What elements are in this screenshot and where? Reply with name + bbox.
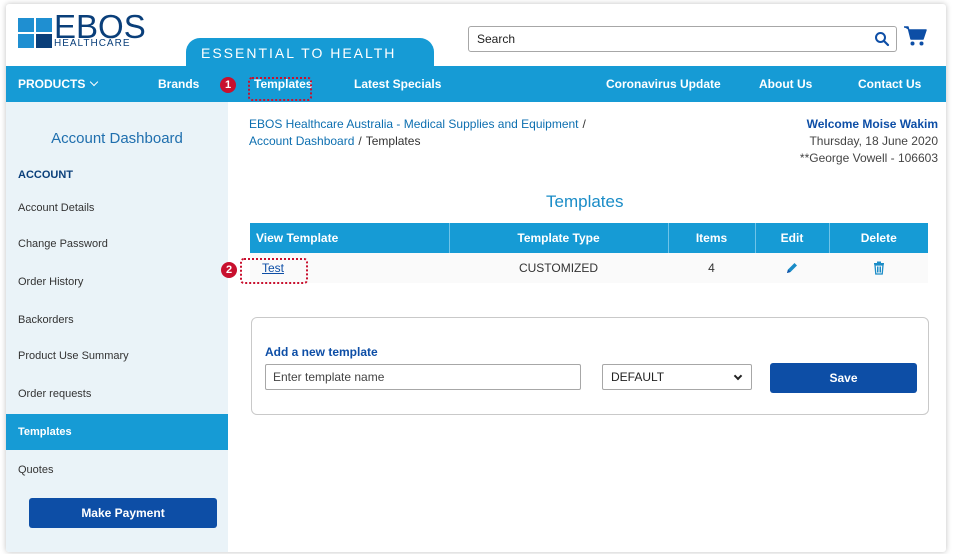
callout-badge-1: 1 <box>220 77 236 93</box>
nav-about-us[interactable]: About Us <box>759 66 812 102</box>
nav-contact-us[interactable]: Contact Us <box>858 66 921 102</box>
save-button[interactable]: Save <box>770 363 917 393</box>
breadcrumb-separator: / <box>358 134 362 148</box>
main-nav: PRODUCTS Brands Templates Latest Special… <box>6 66 946 102</box>
sidebar-item-order-history[interactable]: Order History <box>6 264 228 300</box>
nav-products[interactable]: PRODUCTS <box>18 66 99 102</box>
ebos-logo-icon[interactable] <box>18 18 52 48</box>
cart-icon[interactable] <box>903 25 927 47</box>
template-name-input[interactable] <box>265 364 581 390</box>
sidebar-item-quotes[interactable]: Quotes <box>6 452 228 488</box>
template-type-value: DEFAULT <box>611 370 665 384</box>
pencil-icon[interactable] <box>785 261 799 275</box>
breadcrumb-current: Templates <box>365 134 421 148</box>
template-items-cell: 4 <box>668 253 755 283</box>
account-sidebar: Account Dashboard ACCOUNT Account Detail… <box>6 102 228 552</box>
sidebar-item-product-use-summary[interactable]: Product Use Summary <box>6 338 228 374</box>
tagline: ESSENTIAL TO HEALTH <box>201 45 397 61</box>
search-icon[interactable] <box>874 31 890 47</box>
column-header-edit: Edit <box>755 223 830 253</box>
browser-page: EBOS HEALTHCARE ESSENTIAL TO HEALTH PROD… <box>6 4 946 552</box>
column-header-delete: Delete <box>829 223 928 253</box>
sidebar-item-backorders[interactable]: Backorders <box>6 302 228 338</box>
logo-subtitle: HEALTHCARE <box>54 38 131 49</box>
sidebar-item-order-requests[interactable]: Order requests <box>6 376 228 412</box>
welcome-account: **George Vowell - 106603 <box>799 151 938 165</box>
breadcrumb-separator: / <box>582 117 586 131</box>
chevron-down-icon <box>733 371 743 381</box>
nav-brands[interactable]: Brands <box>158 66 199 102</box>
nav-latest-specials[interactable]: Latest Specials <box>354 66 441 102</box>
column-header-template-type: Template Type <box>449 223 669 253</box>
chevron-down-icon <box>90 77 99 87</box>
make-payment-button[interactable]: Make Payment <box>29 498 217 528</box>
breadcrumb: EBOS Healthcare Australia - Medical Supp… <box>249 116 590 150</box>
template-type-select[interactable]: DEFAULT <box>602 364 752 390</box>
column-header-items: Items <box>668 223 756 253</box>
nav-products-label: PRODUCTS <box>18 77 86 91</box>
sidebar-item-templates[interactable]: Templates <box>6 414 228 450</box>
search-box[interactable] <box>468 26 897 52</box>
templates-table: View Template Template Type Items Edit D… <box>250 223 928 283</box>
welcome-panel: Welcome Moise Wakim Thursday, 18 June 20… <box>800 116 938 167</box>
callout-highlight-test <box>240 258 308 284</box>
table-header-row: View Template Template Type Items Edit D… <box>250 223 928 253</box>
add-template-panel: Add a new template DEFAULT Save <box>251 317 929 415</box>
nav-coronavirus-update[interactable]: Coronavirus Update <box>606 66 721 102</box>
sidebar-item-change-password[interactable]: Change Password <box>6 226 228 262</box>
search-input[interactable] <box>477 28 857 50</box>
sidebar-heading-account: ACCOUNT <box>18 169 73 181</box>
template-type-cell: CUSTOMIZED <box>449 253 668 283</box>
callout-highlight-templates <box>248 77 312 101</box>
sidebar-title: Account Dashboard <box>51 130 183 147</box>
edit-cell <box>755 253 829 283</box>
sidebar-item-account-details[interactable]: Account Details <box>6 190 228 226</box>
welcome-date: Thursday, 18 June 2020 <box>809 134 938 148</box>
page-title: Templates <box>546 192 624 211</box>
add-template-label: Add a new template <box>265 345 378 359</box>
column-header-view-template: View Template <box>250 223 450 253</box>
delete-cell <box>829 253 928 283</box>
welcome-user-name: Welcome Moise Wakim <box>806 117 938 131</box>
breadcrumb-dashboard-link[interactable]: Account Dashboard <box>249 134 354 148</box>
trash-icon[interactable] <box>872 261 886 276</box>
table-row: Test CUSTOMIZED 4 <box>250 253 928 283</box>
breadcrumb-home-link[interactable]: EBOS Healthcare Australia - Medical Supp… <box>249 117 579 131</box>
callout-badge-2: 2 <box>221 262 237 278</box>
